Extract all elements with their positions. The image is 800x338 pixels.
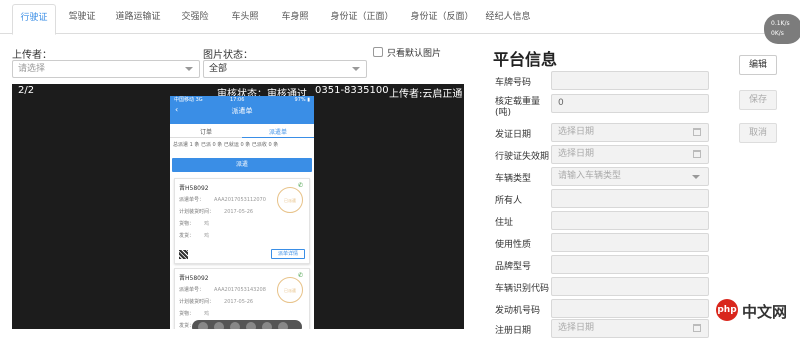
field-label: 住址 bbox=[495, 218, 514, 228]
uploaded-screenshot: 中国移动 3G 17:06 97% ▮ ‹ 派遣单 订单 派遣单 总派遣 1 条… bbox=[170, 96, 314, 329]
image-status-label: 图片状态： bbox=[203, 50, 253, 61]
field-label: 注册日期 bbox=[495, 326, 532, 336]
calendar-icon bbox=[693, 128, 701, 136]
calendar-icon bbox=[693, 150, 701, 158]
zoom-in-icon[interactable] bbox=[198, 322, 208, 329]
field-label: 核定载重量(吨) bbox=[495, 97, 541, 118]
card-row: 货物：鸡 bbox=[179, 311, 210, 317]
image-counter: 2/2 bbox=[18, 85, 35, 96]
phone-icon: ✆ bbox=[297, 182, 303, 189]
field-label: 车牌号码 bbox=[495, 78, 532, 88]
network-speed-widget: 0.1K/s 0K/s bbox=[764, 14, 800, 44]
save-button[interactable]: 保存 bbox=[739, 90, 777, 110]
php-logo-icon: php bbox=[716, 299, 738, 321]
tab-id-front[interactable]: 身份证（正面） bbox=[320, 0, 404, 34]
qr-code-icon bbox=[179, 250, 188, 259]
only-default-label: 只看默认图片 bbox=[387, 49, 442, 59]
card-plate: 晋H58092 bbox=[179, 185, 209, 192]
clock-text: 17:06 bbox=[230, 97, 245, 103]
owner-input[interactable] bbox=[551, 189, 709, 208]
dispatched-stamp: 已派遣 bbox=[277, 277, 303, 303]
tab-driver-license[interactable]: 驾驶证 bbox=[60, 0, 104, 34]
contact-phone: 0351-8335100 bbox=[315, 85, 389, 96]
chevron-down-icon bbox=[185, 67, 193, 71]
vin-input[interactable] bbox=[551, 277, 709, 296]
tab-broker-info[interactable]: 经纪人信息 bbox=[480, 0, 536, 34]
uploader-placeholder: 请选择 bbox=[18, 64, 46, 74]
uploader-info: 上传者:云启正通 bbox=[389, 89, 463, 100]
tab-body-photo[interactable]: 车身照 bbox=[272, 0, 318, 34]
field-label: 车辆类型 bbox=[495, 174, 532, 184]
plate-number-input[interactable] bbox=[551, 71, 709, 90]
field-label: 行驶证失效期 bbox=[495, 152, 550, 162]
tab-insurance[interactable]: 交强险 bbox=[172, 0, 218, 34]
platform-info-title: 平台信息 bbox=[493, 50, 558, 69]
image-status-select[interactable]: 全部 bbox=[203, 60, 367, 78]
fit-icon[interactable] bbox=[230, 322, 240, 329]
vehicle-type-select[interactable]: 请输入车辆类型 bbox=[551, 167, 709, 186]
prev-icon[interactable] bbox=[246, 322, 256, 329]
issue-date-input[interactable]: 选择日期 bbox=[551, 123, 709, 142]
upload-speed: 0.1K/s bbox=[771, 20, 790, 27]
tab-id-back[interactable]: 身份证（反面） bbox=[400, 0, 484, 34]
app-dispatch-button: 派遣 bbox=[172, 158, 312, 172]
phone-icon: ✆ bbox=[297, 272, 303, 279]
chevron-down-icon bbox=[352, 67, 360, 71]
next-icon[interactable] bbox=[262, 322, 272, 329]
dispatch-card: 晋H58092 ✆ 派遣单号： AAA2017053112070 计划装货时间： 2… bbox=[174, 178, 310, 264]
card-row: 发货：鸡 bbox=[179, 233, 210, 239]
field-label: 车辆识别代码 bbox=[495, 284, 550, 294]
card-row: 计划装货时间： 2017-05-26 bbox=[179, 209, 254, 215]
edit-button[interactable]: 编辑 bbox=[739, 55, 777, 75]
uploader-select[interactable]: 请选择 bbox=[12, 60, 200, 78]
calendar-icon bbox=[693, 324, 701, 332]
viewer-toolbar bbox=[192, 320, 302, 329]
app-title: 派遣单 bbox=[231, 107, 253, 115]
field-label: 使用性质 bbox=[495, 240, 532, 250]
tab-road-transport[interactable]: 道路运输证 bbox=[108, 0, 168, 34]
carrier-text: 中国移动 3G bbox=[174, 97, 203, 103]
expiry-date-input[interactable]: 选择日期 bbox=[551, 145, 709, 164]
cancel-button[interactable]: 取消 bbox=[739, 123, 777, 143]
dispatched-stamp: 已派遣 bbox=[277, 187, 303, 213]
only-default-checkbox[interactable] bbox=[373, 47, 383, 57]
battery-text: 97% ▮ bbox=[294, 97, 310, 103]
zoom-out-icon[interactable] bbox=[214, 322, 224, 329]
tab-front-photo[interactable]: 车头照 bbox=[222, 0, 268, 34]
chevron-down-icon bbox=[692, 175, 700, 179]
card-detail-button: 派单详情 bbox=[271, 249, 305, 259]
uploader-label: 上传者： bbox=[12, 50, 52, 61]
image-viewer: 2/2 审核状态：审核通过 0351-8335100 上传者:云启正通 中国移动… bbox=[12, 84, 464, 329]
usage-nature-input[interactable] bbox=[551, 233, 709, 252]
phone-status-bar: 中国移动 3G 17:06 97% ▮ bbox=[170, 96, 314, 105]
tab-bar: 行驶证 驾驶证 道路运输证 交强险 车头照 车身照 身份证（正面） 身份证（反面… bbox=[0, 0, 800, 35]
app-tab-orders: 订单 bbox=[199, 129, 212, 136]
card-row: 派遣单号： AAA2017053112070 bbox=[179, 197, 266, 203]
address-input[interactable] bbox=[551, 211, 709, 230]
watermark-text: 中文网 bbox=[742, 303, 788, 321]
field-label: 品牌型号 bbox=[495, 262, 532, 272]
engine-number-input[interactable] bbox=[551, 299, 709, 318]
download-speed: 0K/s bbox=[771, 30, 784, 37]
app-tabs: 订单 派遣单 bbox=[170, 124, 314, 138]
card-row: 计划装货时间： 2017-05-26 bbox=[179, 299, 254, 305]
field-label: 发动机号码 bbox=[495, 306, 541, 316]
dispatch-stats: 总派遣 1 条 已派 0 条 已就运 0 条 已派收 0 条 bbox=[173, 142, 279, 148]
rotate-icon[interactable] bbox=[278, 322, 288, 329]
site-watermark: php 中文网 bbox=[712, 295, 800, 329]
card-row: 货物：鸡 bbox=[179, 221, 210, 227]
app-tab-dispatch: 派遣单 bbox=[242, 127, 314, 138]
tab-driving-license[interactable]: 行驶证 bbox=[12, 4, 56, 35]
image-status-value: 全部 bbox=[209, 64, 228, 74]
field-label: 所有人 bbox=[495, 196, 523, 206]
brand-model-input[interactable] bbox=[551, 255, 709, 274]
app-header: 中国移动 3G 17:06 97% ▮ ‹ 派遣单 bbox=[170, 96, 314, 124]
card-row: 派遣单号： AAA2017053143208 bbox=[179, 287, 266, 293]
card-plate: 晋H58092 bbox=[179, 275, 209, 282]
field-label: 发证日期 bbox=[495, 130, 532, 140]
load-capacity-input[interactable]: 0 bbox=[551, 94, 709, 113]
